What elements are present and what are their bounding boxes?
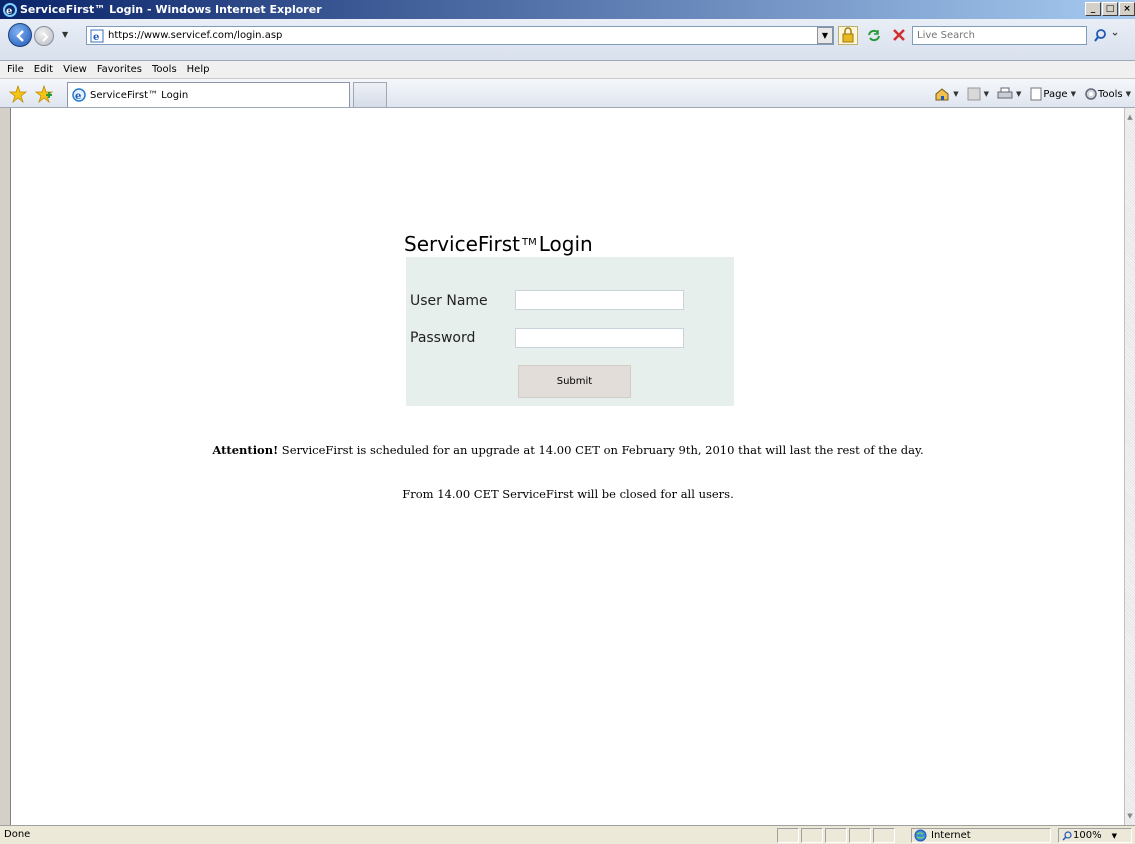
- home-icon: [935, 88, 949, 101]
- page-menu-label: Page: [1043, 88, 1068, 100]
- tab-label: ServiceFirst™ Login: [90, 89, 189, 101]
- print-icon: [997, 87, 1013, 99]
- new-tab-button[interactable]: [353, 82, 387, 107]
- tools-menu-button[interactable]: Tools ▼: [1084, 87, 1131, 101]
- address-field[interactable]: e https://www.servicef.com/login.asp: [86, 26, 834, 45]
- page-icon: e: [90, 29, 104, 43]
- username-input[interactable]: [515, 290, 684, 310]
- page-menu-icon: [1030, 87, 1042, 101]
- security-zone-label: Internet: [931, 830, 971, 841]
- maintenance-notice: Attention! ServiceFirst is scheduled for…: [11, 443, 1125, 457]
- menu-favorites[interactable]: Favorites: [94, 64, 149, 75]
- username-label: User Name: [410, 293, 488, 309]
- notice-line-2: From 14.00 CET ServiceFirst will be clos…: [402, 487, 734, 501]
- address-dropdown-icon[interactable]: ▼: [817, 27, 833, 44]
- favorites-star-icon[interactable]: [9, 85, 27, 103]
- ie-logo-icon: e: [3, 2, 17, 17]
- tab-bar: e ServiceFirst™ Login ▼ ▼ ▼ Page ▼ Tools…: [0, 79, 1135, 108]
- vertical-scrollbar[interactable]: ▲ ▼: [1124, 108, 1135, 825]
- minimize-button[interactable]: _: [1085, 2, 1101, 16]
- status-cell: [777, 828, 799, 843]
- attention-label: Attention!: [212, 443, 279, 457]
- search-icon[interactable]: [1090, 26, 1120, 45]
- window-title-bar[interactable]: e ServiceFirst™ Login - Windows Internet…: [0, 0, 1135, 19]
- status-cell: [825, 828, 847, 843]
- tools-dropdown-icon: ▼: [1125, 90, 1131, 98]
- globe-icon: [914, 829, 927, 842]
- tools-menu-label: Tools: [1097, 88, 1123, 100]
- gear-icon: [1085, 88, 1097, 100]
- feeds-dropdown-icon[interactable]: ▼: [984, 90, 989, 98]
- page-title-suffix: Login: [538, 232, 593, 256]
- trademark-mark: TM: [522, 237, 537, 248]
- forward-arrow-icon: [42, 32, 49, 42]
- menu-bar: File Edit View Favorites Tools Help: [0, 61, 1135, 79]
- print-button[interactable]: ▼: [997, 87, 1021, 101]
- scroll-up-icon[interactable]: ▲: [1125, 110, 1135, 124]
- refresh-icon[interactable]: [864, 26, 884, 45]
- page-dropdown-icon: ▼: [1070, 90, 1076, 98]
- search-field[interactable]: [912, 26, 1087, 45]
- lock-icon[interactable]: [838, 26, 858, 45]
- maximize-button[interactable]: □: [1102, 2, 1118, 16]
- status-cell: [849, 828, 871, 843]
- svg-text:e: e: [6, 6, 12, 17]
- menu-tools[interactable]: Tools: [149, 64, 184, 75]
- forward-button[interactable]: [34, 26, 54, 46]
- scroll-down-icon[interactable]: ▼: [1125, 809, 1135, 823]
- tab-servicefirst-login[interactable]: e ServiceFirst™ Login: [67, 82, 350, 107]
- security-zone[interactable]: Internet: [911, 828, 1051, 843]
- home-button[interactable]: ▼: [934, 87, 959, 101]
- status-bar: Done Internet 100% ▼: [0, 825, 1135, 844]
- close-button[interactable]: ×: [1119, 2, 1135, 16]
- menu-view[interactable]: View: [60, 64, 94, 75]
- page-title-brand: ServiceFirst: [404, 232, 521, 256]
- zoom-icon: [1062, 830, 1072, 841]
- zoom-dropdown-icon[interactable]: ▼: [1112, 832, 1117, 840]
- password-input[interactable]: [515, 328, 684, 348]
- menu-edit[interactable]: Edit: [31, 64, 60, 75]
- print-dropdown-icon[interactable]: ▼: [1016, 90, 1021, 98]
- menu-file[interactable]: File: [4, 64, 31, 75]
- page-title: ServiceFirst TM Login: [404, 232, 593, 256]
- address-url[interactable]: https://www.servicef.com/login.asp: [108, 30, 282, 41]
- page-menu-button[interactable]: Page ▼: [1029, 87, 1076, 101]
- status-text: Done: [4, 829, 31, 840]
- ie-page-icon: e: [72, 88, 86, 102]
- status-cell: [801, 828, 823, 843]
- stop-icon[interactable]: [889, 26, 909, 45]
- window-title: ServiceFirst™ Login - Windows Internet E…: [20, 3, 322, 16]
- home-dropdown-icon[interactable]: ▼: [953, 90, 958, 98]
- notice-line-1: ServiceFirst is scheduled for an upgrade…: [278, 443, 924, 457]
- search-input[interactable]: [917, 30, 1077, 41]
- back-arrow-icon: [16, 30, 24, 42]
- submit-button[interactable]: Submit: [518, 365, 631, 398]
- command-bar: ▼ ▼ ▼ Page ▼ Tools ▼: [926, 87, 1131, 101]
- recent-pages-dropdown-icon[interactable]: ▼: [62, 30, 68, 39]
- menu-help[interactable]: Help: [184, 64, 217, 75]
- zoom-control[interactable]: 100% ▼: [1058, 828, 1132, 843]
- password-label: Password: [410, 330, 476, 346]
- feeds-button[interactable]: ▼: [967, 87, 989, 101]
- login-form: User Name Password Submit: [406, 257, 734, 406]
- feeds-icon: [967, 87, 981, 101]
- back-button[interactable]: [8, 23, 32, 47]
- zoom-level: 100%: [1073, 830, 1102, 841]
- svg-text:e: e: [93, 32, 99, 43]
- add-favorite-icon[interactable]: [35, 85, 53, 103]
- svg-text:e: e: [75, 91, 81, 102]
- page-content: ServiceFirst TM Login User Name Password S…: [10, 108, 1124, 825]
- address-toolbar: ▼ e https://www.servicef.com/login.asp ▼: [0, 19, 1135, 61]
- status-cell: [873, 828, 895, 843]
